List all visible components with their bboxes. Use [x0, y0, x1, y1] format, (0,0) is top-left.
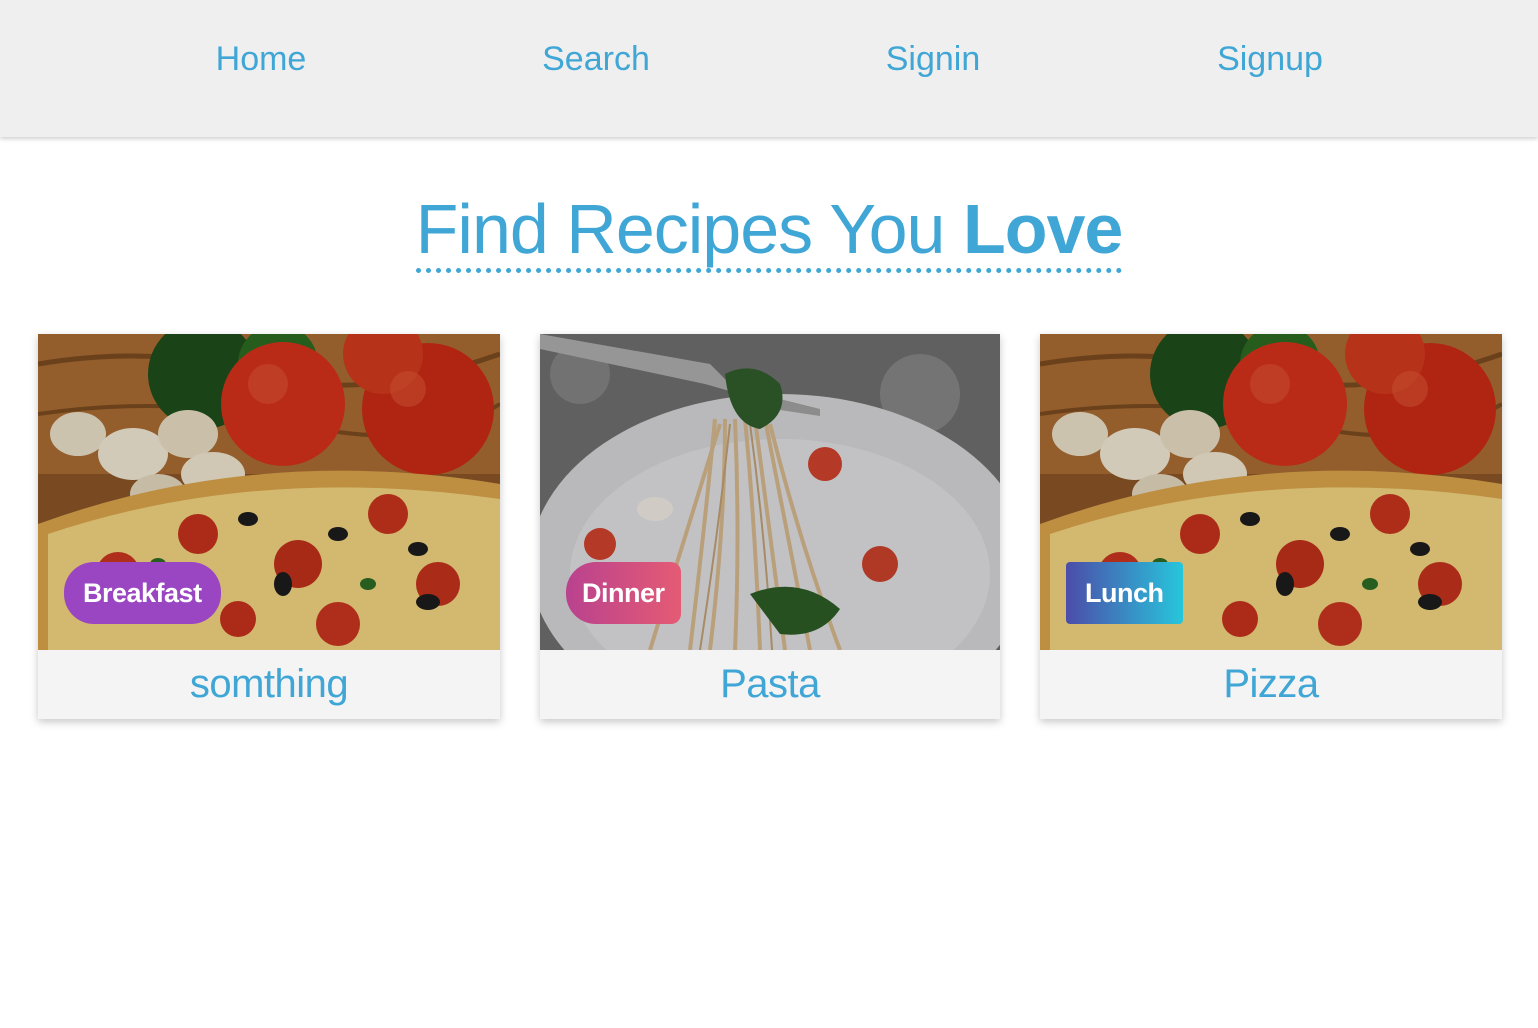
recipe-title[interactable]: Pizza	[1040, 650, 1502, 719]
nav-link-home[interactable]: Home	[216, 40, 307, 79]
top-navbar: Home Search Signin Signup	[0, 0, 1538, 137]
headline-emphasis: Love	[962, 190, 1123, 268]
nav-link-signin[interactable]: Signin	[886, 40, 981, 79]
recipe-title[interactable]: Pasta	[540, 650, 1000, 719]
headline-main: Find Recipes You	[415, 190, 963, 268]
recipe-photo-pizza[interactable]: Lunch	[1040, 334, 1502, 650]
recipe-photo-pizza[interactable]: Breakfast	[38, 334, 500, 650]
category-badge-lunch[interactable]: Lunch	[1066, 562, 1183, 624]
recipe-card[interactable]: Dinner Pasta	[540, 334, 1000, 719]
category-badge-dinner[interactable]: Dinner	[566, 562, 681, 624]
page-headline: Find Recipes You Love	[0, 190, 1538, 273]
nav-link-signup[interactable]: Signup	[1217, 40, 1323, 79]
nav-link-search[interactable]: Search	[542, 40, 650, 79]
recipe-title[interactable]: somthing	[38, 650, 500, 719]
recipe-card[interactable]: Breakfast somthing	[38, 334, 500, 719]
recipe-photo-pasta[interactable]: Dinner	[540, 334, 1000, 650]
category-badge-breakfast[interactable]: Breakfast	[64, 562, 221, 624]
headline-text: Find Recipes You Love	[415, 190, 1123, 273]
recipe-card[interactable]: Lunch Pizza	[1040, 334, 1502, 719]
